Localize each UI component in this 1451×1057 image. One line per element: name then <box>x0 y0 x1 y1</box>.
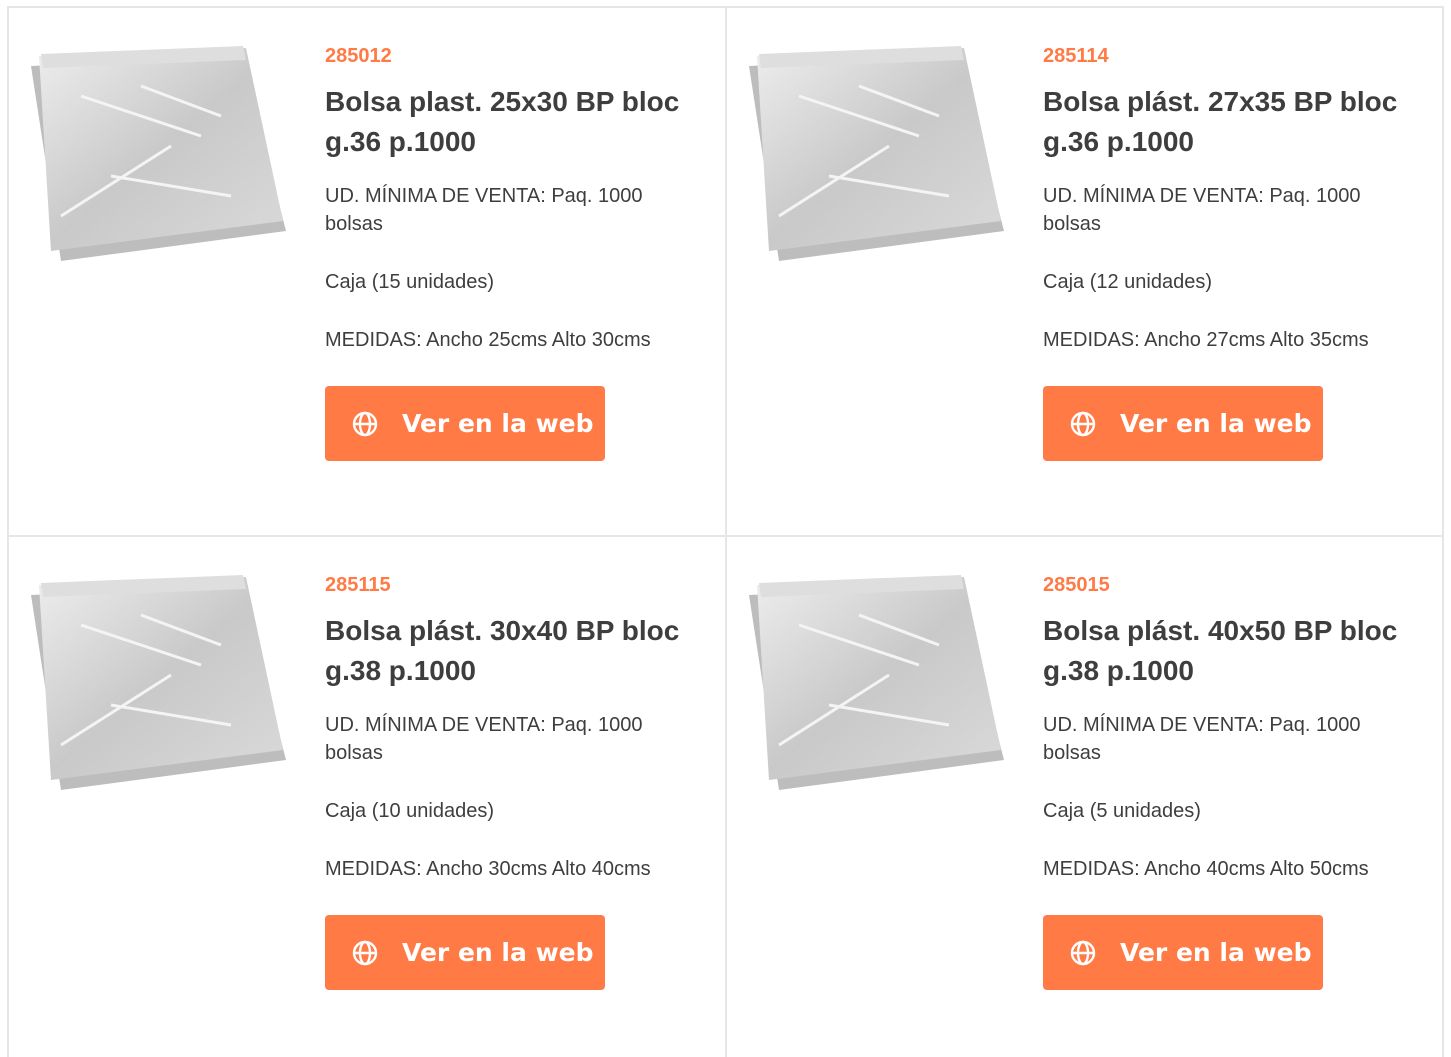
product-box: Caja (12 unidades) <box>1043 271 1212 293</box>
product-card: 285114 Bolsa plást. 27x35 BP bloc g.36 p… <box>727 8 1444 537</box>
product-code: 285114 <box>1043 45 1109 67</box>
view-on-web-button[interactable]: Ver en la web <box>325 915 605 990</box>
product-card: 285115 Bolsa plást. 30x40 BP bloc g.38 p… <box>9 537 727 1057</box>
globe-icon <box>1068 938 1098 968</box>
product-box: Caja (5 unidades) <box>1043 800 1201 822</box>
product-min-sale: UD. MÍNIMA DE VENTA: Paq. 1000 bolsas <box>1043 185 1361 235</box>
view-on-web-button[interactable]: Ver en la web <box>1043 386 1323 461</box>
product-measures: MEDIDAS: Ancho 25cms Alto 30cms <box>325 329 651 351</box>
view-on-web-button[interactable]: Ver en la web <box>325 386 605 461</box>
product-title: Bolsa plast. 25x30 BP bloc g.36 p.1000 <box>325 86 680 157</box>
product-image <box>739 26 1007 288</box>
product-min-sale: UD. MÍNIMA DE VENTA: Paq. 1000 bolsas <box>325 185 643 235</box>
view-on-web-label: Ver en la web <box>1120 938 1312 967</box>
product-grid: 285012 Bolsa plast. 25x30 BP bloc g.36 p… <box>7 6 1444 1057</box>
product-image <box>21 555 289 817</box>
product-measures: MEDIDAS: Ancho 27cms Alto 35cms <box>1043 329 1369 351</box>
product-measures: MEDIDAS: Ancho 30cms Alto 40cms <box>325 858 651 880</box>
product-title: Bolsa plást. 40x50 BP bloc g.38 p.1000 <box>1043 615 1398 686</box>
view-on-web-label: Ver en la web <box>1120 409 1312 438</box>
product-code: 285115 <box>325 574 391 596</box>
view-on-web-button[interactable]: Ver en la web <box>1043 915 1323 990</box>
globe-icon <box>350 409 380 439</box>
product-code: 285015 <box>1043 574 1110 596</box>
product-image <box>739 555 1007 817</box>
product-code: 285012 <box>325 45 392 67</box>
product-title: Bolsa plást. 30x40 BP bloc g.38 p.1000 <box>325 615 680 686</box>
product-image <box>21 26 289 288</box>
globe-icon <box>1068 409 1098 439</box>
product-box: Caja (15 unidades) <box>325 271 494 293</box>
product-card: 285012 Bolsa plast. 25x30 BP bloc g.36 p… <box>9 8 727 537</box>
product-min-sale: UD. MÍNIMA DE VENTA: Paq. 1000 bolsas <box>1043 714 1361 764</box>
view-on-web-label: Ver en la web <box>402 938 594 967</box>
product-measures: MEDIDAS: Ancho 40cms Alto 50cms <box>1043 858 1369 880</box>
product-min-sale: UD. MÍNIMA DE VENTA: Paq. 1000 bolsas <box>325 714 643 764</box>
product-box: Caja (10 unidades) <box>325 800 494 822</box>
product-card: 285015 Bolsa plást. 40x50 BP bloc g.38 p… <box>727 537 1444 1057</box>
view-on-web-label: Ver en la web <box>402 409 594 438</box>
globe-icon <box>350 938 380 968</box>
product-title: Bolsa plást. 27x35 BP bloc g.36 p.1000 <box>1043 86 1398 157</box>
